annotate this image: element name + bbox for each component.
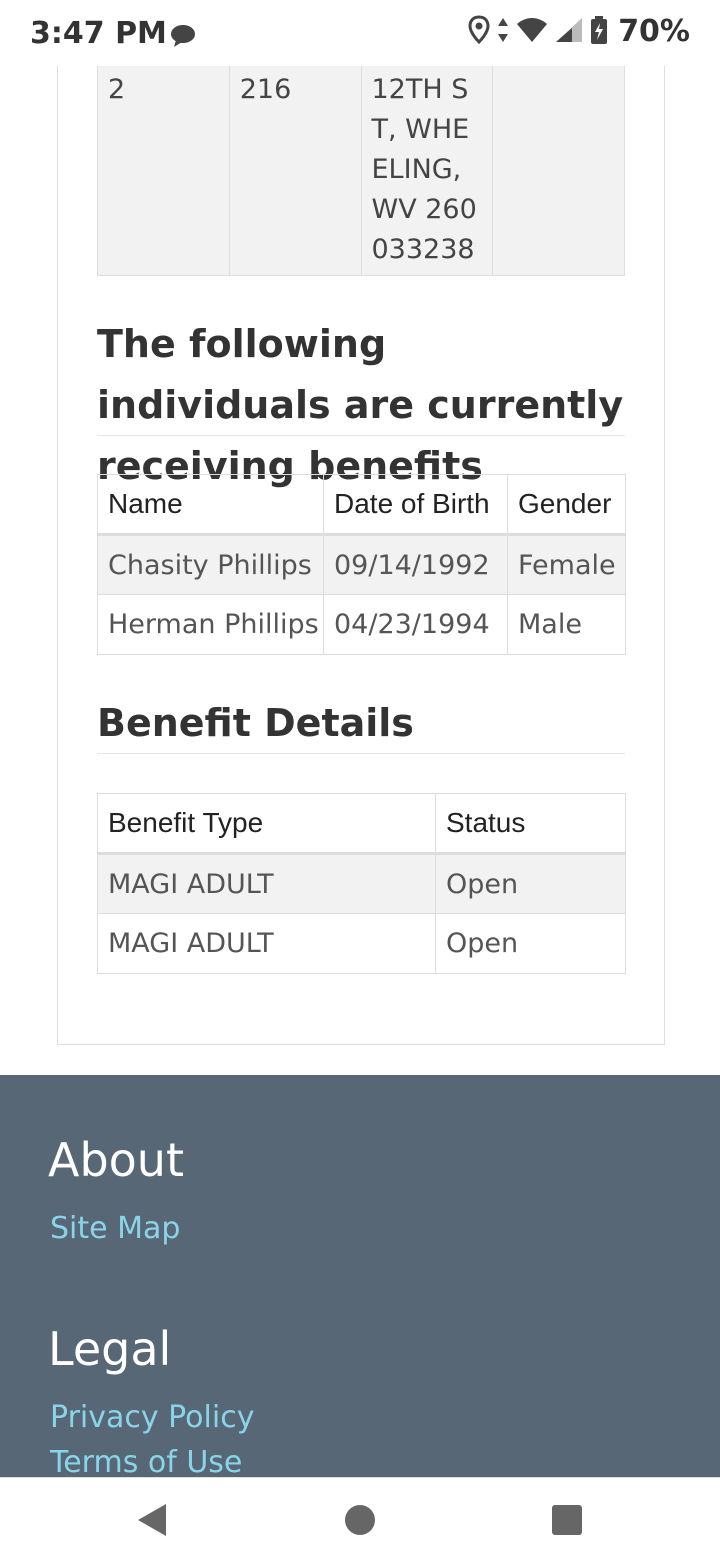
- benefits-table: Benefit Type Status MAGI ADULT Open MAGI…: [97, 793, 626, 974]
- site-map-link[interactable]: Site Map: [50, 1211, 180, 1246]
- address-table: 2 216 12TH ST, WHEELING, WV 260033238: [97, 66, 625, 276]
- cell-dob: 09/14/1992: [323, 534, 508, 595]
- table-row: MAGI ADULT Open: [97, 853, 626, 914]
- benefit-details-heading: Benefit Details: [97, 692, 625, 754]
- site-footer: About Site Map Legal Privacy Policy Term…: [0, 1075, 720, 1480]
- address-cell: 12TH ST, WHEELING, WV 260033238: [360, 66, 494, 276]
- address-cell: [492, 66, 625, 276]
- battery-charging-icon: [590, 15, 608, 49]
- home-icon[interactable]: [340, 1500, 380, 1540]
- terms-of-use-link[interactable]: Terms of Use: [50, 1445, 242, 1480]
- cell-benefit-type: MAGI ADULT: [97, 913, 436, 974]
- location-icon: [468, 14, 490, 49]
- signal-icon: [554, 16, 584, 48]
- privacy-policy-link[interactable]: Privacy Policy: [50, 1400, 254, 1435]
- cell-benefit-type: MAGI ADULT: [97, 853, 436, 914]
- cell-gender: Male: [507, 594, 626, 655]
- footer-about-heading: About: [48, 1133, 185, 1187]
- cell-dob: 04/23/1994: [323, 594, 508, 655]
- table-header-row: Benefit Type Status: [97, 793, 626, 855]
- table-row: Herman Phillips 04/23/1994 Male: [97, 594, 626, 655]
- message-icon: [170, 24, 196, 52]
- cell-name: Herman Phillips: [97, 594, 324, 655]
- cell-name: Chasity Phillips: [97, 534, 324, 595]
- column-header-status: Status: [435, 793, 626, 855]
- table-row: Chasity Phillips 09/14/1992 Female: [97, 534, 626, 595]
- column-header-dob: Date of Birth: [323, 474, 508, 536]
- battery-percent: 70%: [618, 14, 690, 49]
- table-row: MAGI ADULT Open: [97, 913, 626, 974]
- column-header-benefit-type: Benefit Type: [97, 793, 436, 855]
- data-arrows-icon: [496, 15, 510, 49]
- system-nav-bar: [0, 1477, 720, 1560]
- column-header-name: Name: [97, 474, 324, 536]
- cell-gender: Female: [507, 534, 626, 595]
- address-row: 2 216 12TH ST, WHEELING, WV 260033238: [97, 66, 625, 276]
- cell-status: Open: [435, 853, 626, 914]
- address-cell: 2: [97, 66, 230, 276]
- cell-status: Open: [435, 913, 626, 974]
- individuals-table: Name Date of Birth Gender Chasity Philli…: [97, 474, 626, 655]
- column-header-gender: Gender: [507, 474, 626, 536]
- status-bar: 3:47 PM 70%: [0, 0, 720, 66]
- recents-icon[interactable]: [547, 1500, 587, 1540]
- individuals-heading: The following individuals are currently …: [97, 314, 625, 488]
- status-time: 3:47 PM: [30, 16, 167, 51]
- address-cell: 216: [228, 66, 362, 276]
- wifi-icon: [516, 16, 548, 48]
- status-icons: 70%: [468, 14, 690, 49]
- back-icon[interactable]: [134, 1500, 174, 1540]
- footer-legal-heading: Legal: [48, 1322, 172, 1376]
- table-header-row: Name Date of Birth Gender: [97, 474, 626, 536]
